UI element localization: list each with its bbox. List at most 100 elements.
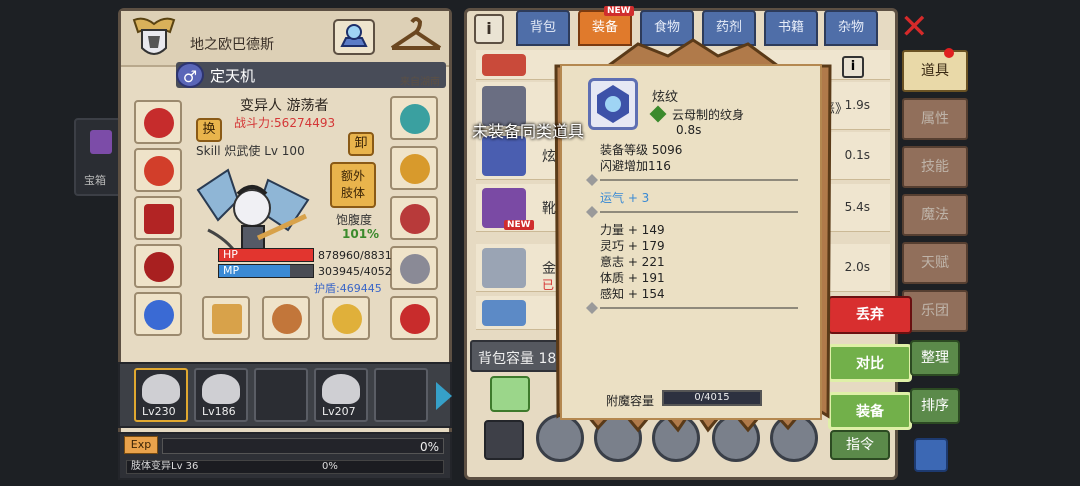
tooltip-item-name: 炫纹 (652, 90, 679, 105)
staff-icon (212, 304, 242, 334)
mp-value: 303945/4052 (318, 265, 392, 278)
skill-level: Skill 炽武使 Lv 100 (196, 144, 305, 158)
avatar (322, 374, 360, 404)
origin-label: 来自湖南 (400, 77, 440, 88)
equip-slot-weapon-3[interactable] (322, 296, 370, 340)
tooltip-stat-constitution: 体质 + 191 (600, 271, 665, 285)
gloves-icon (144, 252, 174, 282)
boots-icon (400, 304, 430, 334)
compare-button[interactable]: 对比 (828, 344, 912, 382)
item-new-badge: NEW (504, 220, 534, 230)
hp-label: HP (223, 248, 238, 261)
tattoo-icon (482, 136, 526, 176)
belt-icon (400, 204, 430, 234)
party-member-1[interactable]: Lv230 (134, 368, 188, 422)
tooltip-stat-perception: 感知 + 154 (600, 287, 665, 301)
tooltip-item-type: 云母制的纹身 (672, 108, 745, 122)
guild-name: 地之欧巴德斯 (190, 37, 274, 53)
tooltip-luck: 运气 + 3 (600, 191, 650, 205)
equip-slot-legs[interactable] (390, 246, 438, 290)
class-level-bar: 肢体变异Lv 36 (126, 460, 444, 474)
pauldron-icon (400, 154, 430, 184)
party-member-5-empty[interactable] (374, 368, 428, 422)
equip-button[interactable]: 装备 (828, 392, 912, 430)
tooltip-divider (586, 302, 798, 314)
party-member-2[interactable]: Lv186 (194, 368, 248, 422)
equip-slot-belt[interactable] (390, 196, 438, 240)
shield-value: 护盾:469445 (314, 282, 382, 295)
exp-percent: 0% (420, 440, 440, 454)
party-member-level: Lv230 (142, 405, 176, 418)
armor-icon (144, 204, 174, 234)
mp-label: MP (223, 264, 240, 277)
gender-male-icon: ♂ (176, 62, 204, 88)
hunger-value: 101% (342, 227, 380, 241)
side-tab-attributes[interactable]: 属性 (902, 98, 968, 140)
chest-label: 宝箱 (84, 174, 106, 187)
equip-slot-charm[interactable] (390, 96, 438, 140)
side-tab-magic[interactable]: 魔法 (902, 194, 968, 236)
command-button[interactable]: 指令 (830, 430, 890, 460)
close-icon[interactable]: ✕ (900, 10, 929, 44)
extra-limb-button[interactable]: 额外 肢体 (330, 162, 376, 208)
sort-123-icon[interactable] (484, 420, 524, 460)
equip-slot-ring[interactable] (134, 292, 182, 336)
exp-bar (162, 438, 444, 454)
equip-slot-shoulder[interactable] (390, 146, 438, 190)
cart-download-icon[interactable] (490, 376, 530, 412)
party-member-level: Lv207 (322, 405, 356, 418)
town-portal-icon[interactable] (332, 16, 376, 56)
equip-slot-head[interactable] (134, 100, 182, 144)
greaves-icon (400, 254, 430, 284)
sort-button[interactable]: 排序 (910, 388, 960, 424)
tooltip-dodge: 闪避增加116 (600, 159, 671, 173)
avatar (202, 374, 240, 404)
bow-icon (332, 304, 362, 334)
helmet-icon (144, 108, 174, 138)
party-next-arrow-icon[interactable] (436, 382, 452, 410)
tooltip-info-icon[interactable]: i (842, 56, 864, 78)
equip-slot-neck[interactable] (134, 148, 182, 192)
drop-button[interactable]: 丢弃 (828, 296, 912, 334)
side-tab-items[interactable]: 道具 (902, 50, 968, 92)
tooltip-stat-strength: 力量 + 149 (600, 223, 665, 237)
mp-bar: MP (218, 264, 314, 278)
party-member-level: Lv186 (202, 405, 236, 418)
item-icon (482, 248, 526, 288)
equip-slot-body[interactable] (134, 196, 182, 240)
item-time: 2.0s (844, 260, 870, 274)
class-level-percent: 0% (322, 461, 338, 472)
item-time: 5.4s (844, 200, 870, 214)
wardrobe-hanger-icon[interactable] (384, 14, 448, 54)
party-member-4[interactable]: Lv207 (314, 368, 368, 422)
item-icon (482, 300, 526, 326)
inventory-info-icon[interactable]: i (474, 14, 504, 44)
equip-slot-weapon-2[interactable] (262, 296, 310, 340)
swap-button[interactable]: 换 (196, 118, 222, 142)
equip-slot-weapon-1[interactable] (202, 296, 250, 340)
unequip-button[interactable]: 卸 (348, 132, 374, 156)
tab-new-badge: NEW (604, 6, 634, 16)
organize-button[interactable]: 整理 (910, 340, 960, 376)
side-tab-skills[interactable]: 技能 (902, 146, 968, 188)
tooltip-stat-will: 意志 + 221 (600, 255, 665, 269)
party-member-3-empty[interactable] (254, 368, 308, 422)
enchant-label: 附魔容量 (606, 394, 655, 408)
tooltip-item-time: 0.8s (676, 123, 702, 137)
toast-message: 未装备同类道具 (472, 122, 585, 141)
side-tab-talents[interactable]: 天赋 (902, 242, 968, 284)
tooltip-divider (586, 174, 798, 186)
guild-emblem-icon[interactable] (130, 14, 178, 64)
equip-slot-boots[interactable] (390, 296, 438, 340)
extra-limb-label-1: 额外 (340, 169, 365, 183)
crystal-icon (400, 104, 430, 134)
character-title: 定天机 (210, 67, 256, 85)
tooltip-equip-level: 装备等级 5096 (600, 143, 683, 157)
item-icon (482, 54, 526, 76)
exp-tag: Exp (124, 436, 158, 454)
equip-slot-hands[interactable] (134, 244, 182, 288)
search-icon[interactable] (914, 438, 948, 472)
hp-bar: HP (218, 248, 314, 262)
extra-limb-label-2: 肢体 (340, 186, 365, 200)
tooltip-stat-agility: 灵巧 + 179 (600, 239, 665, 253)
